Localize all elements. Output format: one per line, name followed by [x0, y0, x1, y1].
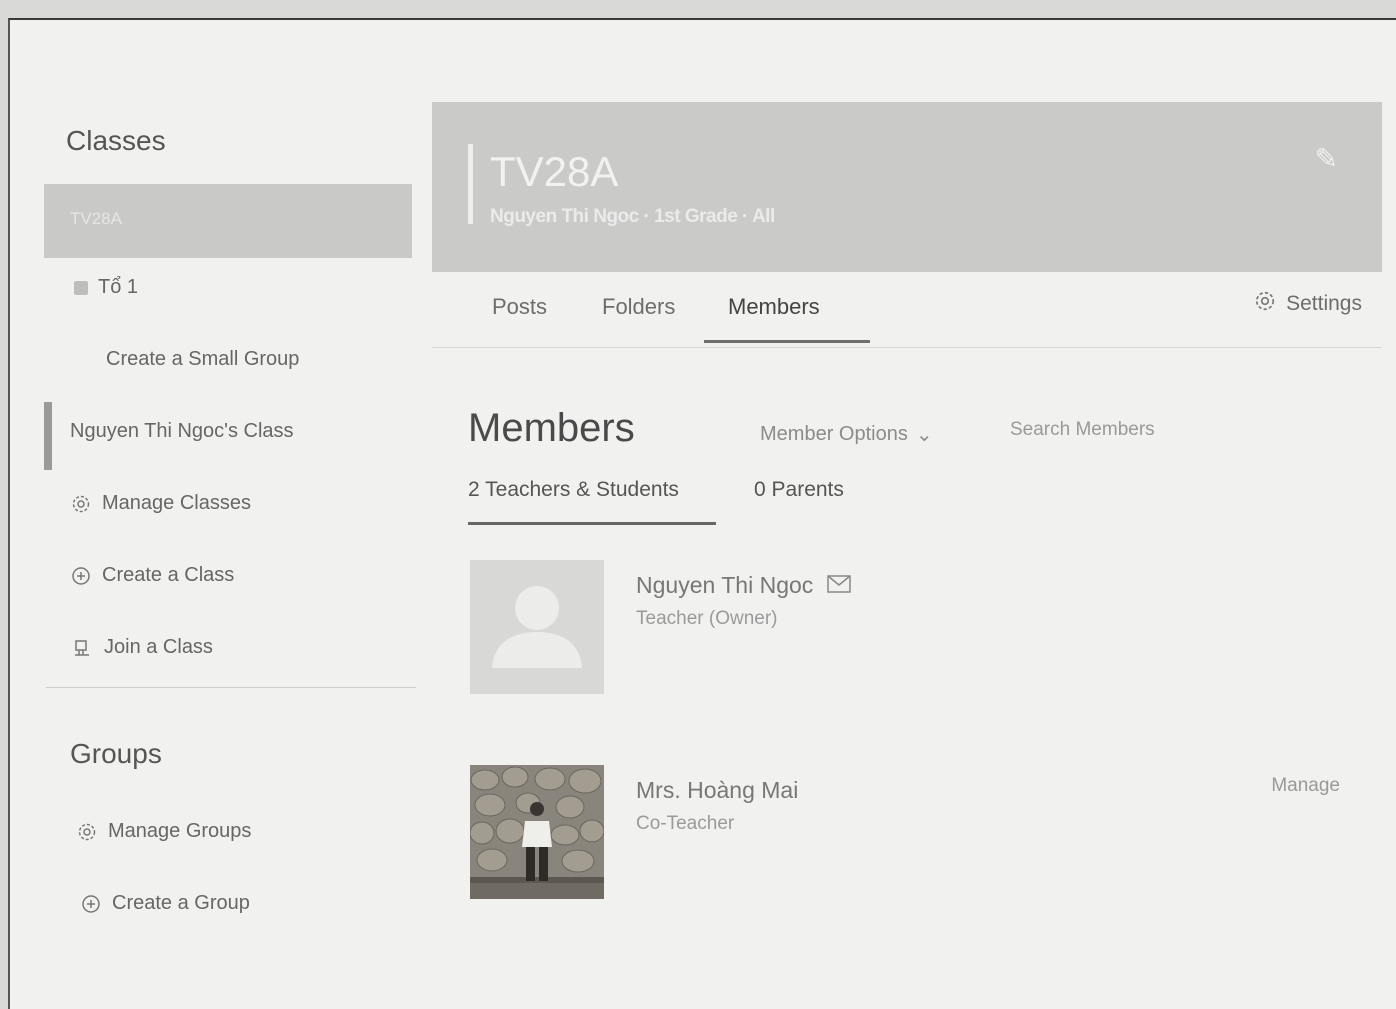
active-tab-indicator [704, 340, 870, 343]
sidebar-item-small-group[interactable]: Tổ 1 [74, 276, 138, 299]
page-title: Members [468, 406, 635, 450]
sidebar-item-label: Create a Small Group [106, 348, 300, 370]
default-avatar [470, 560, 604, 694]
class-subtitle: Nguyen Thi Ngoc · 1st Grade · All [490, 206, 775, 227]
banner-accent-bar [468, 144, 473, 224]
member-photo [470, 765, 604, 899]
settings-label: Settings [1286, 292, 1362, 315]
gear-icon [76, 821, 98, 843]
member-options-label: Member Options [760, 423, 908, 445]
manage-groups-link[interactable]: Manage Groups [76, 820, 251, 843]
gear-icon [70, 493, 92, 515]
tab-parents[interactable]: 0 Parents [754, 478, 844, 502]
sidebar-item-label: Manage Groups [108, 820, 252, 842]
tab-folders[interactable]: Folders [602, 294, 675, 320]
edit-pencil-icon[interactable]: ✎ [1315, 142, 1338, 175]
member-name: Mrs. Hoàng Mai [636, 777, 799, 803]
create-class-link[interactable]: Create a Class [70, 564, 234, 587]
member-role: Teacher (Owner) [636, 608, 778, 629]
person-photo-image [470, 765, 604, 899]
plus-circle-icon [80, 893, 102, 915]
envelope-icon[interactable] [827, 572, 852, 599]
app-window: Classes TV28A Tổ 1 Create a Small Group … [8, 18, 1396, 1009]
groups-heading: Groups [70, 738, 162, 769]
sidebar-item-label: Create a Class [102, 564, 235, 586]
search-members-input[interactable] [1010, 412, 1290, 448]
member-name: Nguyen Thi Ngoc [636, 572, 814, 598]
member-role: Co-Teacher [636, 813, 735, 834]
manage-member-link[interactable]: Manage [1271, 775, 1340, 797]
sidebar-item-label: Create a Group [112, 892, 250, 914]
tab-posts[interactable]: Posts [492, 294, 547, 320]
tab-members[interactable]: Members [728, 294, 820, 320]
create-small-group-link[interactable]: Create a Small Group [106, 348, 299, 371]
sidebar-item-active-class[interactable]: TV28A [44, 184, 412, 258]
member-name-row: Mrs. Hoàng Mai [636, 777, 798, 804]
join-class-icon [72, 637, 94, 659]
plus-circle-icon [70, 565, 92, 587]
gear-icon [1254, 290, 1276, 318]
member-options-dropdown[interactable]: Member Options ⌄ [760, 422, 933, 447]
member-row: Mrs. Hoàng Mai Co-Teacher Manage [470, 765, 1370, 905]
create-group-link[interactable]: Create a Group [80, 892, 250, 915]
chevron-down-icon: ⌄ [915, 424, 933, 446]
class-title: TV28A [490, 148, 619, 195]
group-color-icon [74, 280, 88, 295]
person-silhouette-icon [470, 560, 604, 694]
classes-heading: Classes [66, 125, 166, 156]
sidebar: Classes TV28A Tổ 1 Create a Small Group … [10, 20, 430, 1009]
tab-teachers-students[interactable]: 2 Teachers & Students [468, 478, 679, 502]
sidebar-item-label: Tổ 1 [98, 276, 139, 298]
sidebar-item-label: Join a Class [104, 636, 213, 658]
settings-button[interactable]: Settings [1254, 290, 1362, 318]
join-class-link[interactable]: Join a Class [72, 636, 213, 659]
member-row: Nguyen Thi Ngoc Teacher (Owner) [470, 560, 1370, 700]
sidebar-item-class[interactable]: Nguyen Thi Ngoc's Class [70, 420, 294, 443]
class-color-bar [44, 402, 52, 470]
class-tabs: Posts Folders Members Settings [432, 272, 1382, 348]
class-banner: TV28A Nguyen Thi Ngoc · 1st Grade · All … [432, 102, 1382, 272]
member-name-row: Nguyen Thi Ngoc [636, 572, 852, 599]
sidebar-item-label: Nguyen Thi Ngoc's Class [70, 420, 294, 442]
sidebar-divider [46, 687, 416, 688]
active-class-label: TV28A [70, 209, 122, 228]
active-subtab-indicator [468, 522, 716, 525]
manage-classes-link[interactable]: Manage Classes [70, 492, 251, 515]
sidebar-item-label: Manage Classes [102, 492, 251, 514]
